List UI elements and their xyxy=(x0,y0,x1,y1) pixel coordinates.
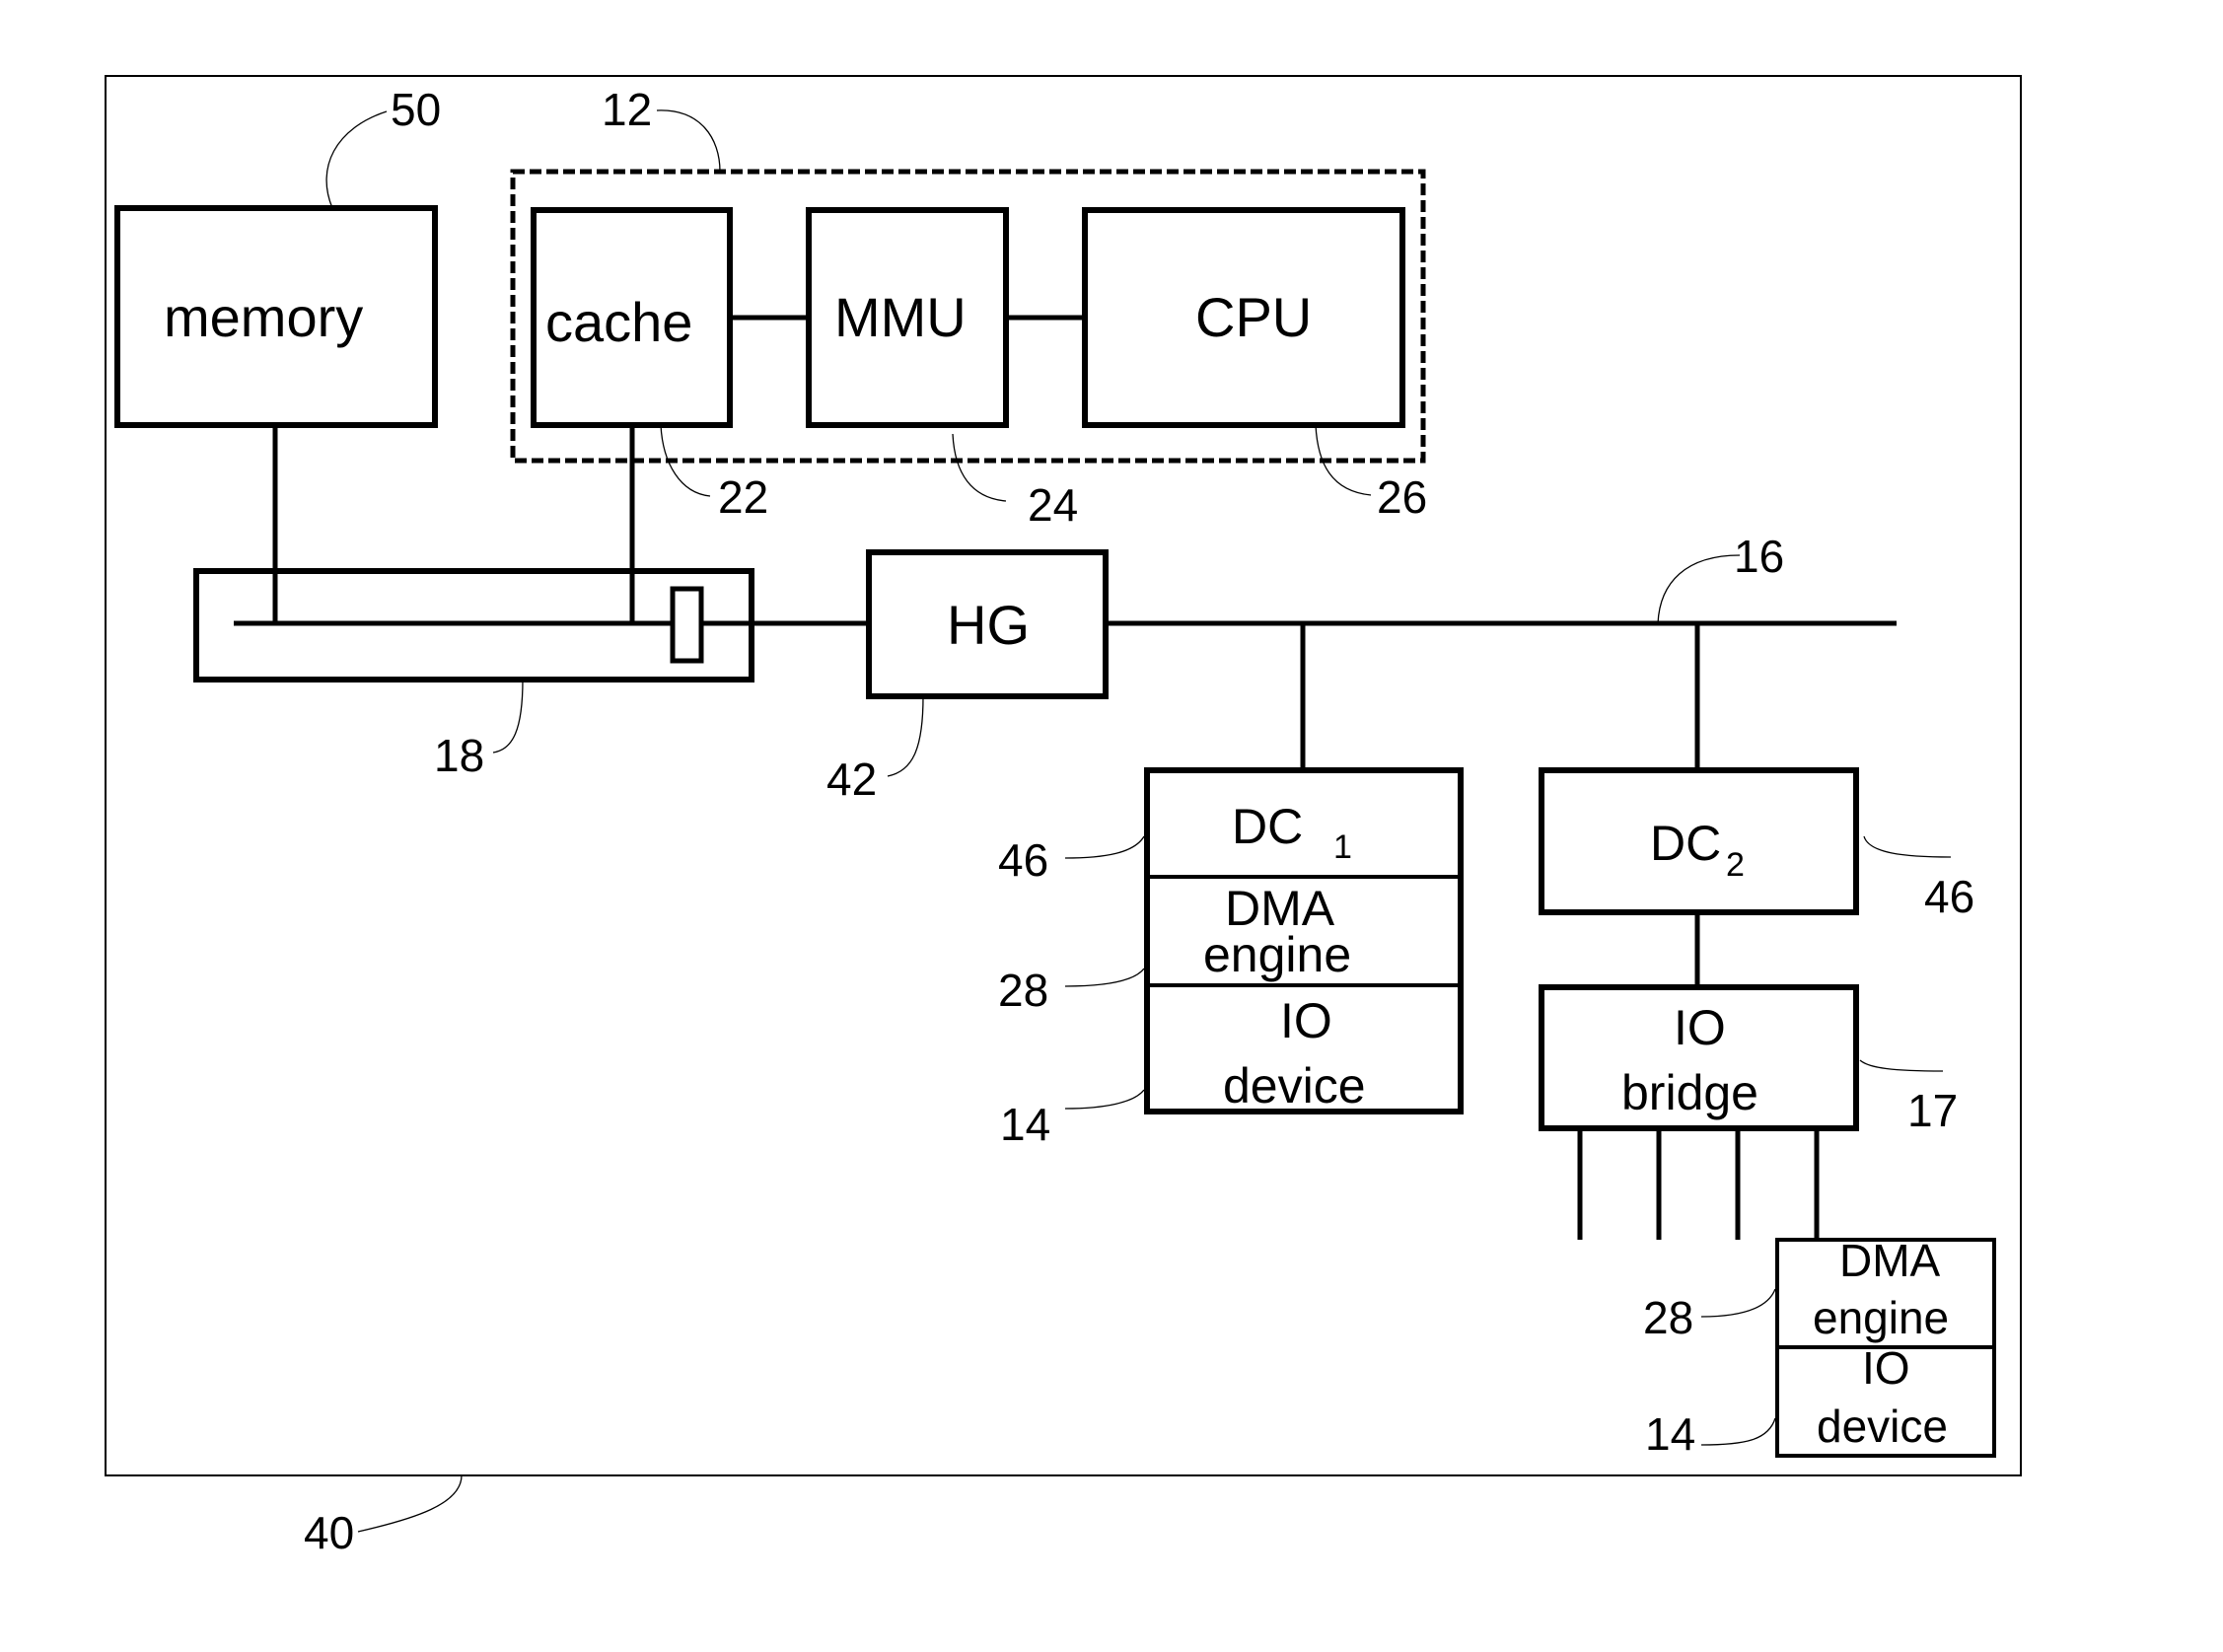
ref-42: 42 xyxy=(826,754,877,805)
leader-42 xyxy=(887,695,924,777)
dc1-io-line2: device xyxy=(1223,1058,1366,1113)
ref-16: 16 xyxy=(1734,531,1784,582)
ref-dc1-28: 28 xyxy=(998,965,1048,1016)
io-bridge-line2: bridge xyxy=(1621,1065,1758,1120)
ref-bridge-14: 14 xyxy=(1645,1408,1695,1460)
leader-40 xyxy=(357,1474,463,1533)
leader-dc1-28 xyxy=(1064,968,1145,987)
io-bridge-line1: IO xyxy=(1674,1000,1726,1055)
ref-24: 24 xyxy=(1028,479,1078,531)
cpu-label: CPU xyxy=(1195,286,1312,348)
bridge-dma-line1: DMA xyxy=(1839,1235,1941,1286)
system-block-diagram: 40 memory 50 12 cache 22 MMU 24 CPU 26 1… xyxy=(105,75,2022,1558)
ref-22: 22 xyxy=(718,471,768,523)
leader-24 xyxy=(952,433,1007,502)
ref-dc1-14: 14 xyxy=(1000,1099,1050,1150)
ref-26: 26 xyxy=(1377,471,1427,523)
ref-40: 40 xyxy=(304,1507,354,1558)
dc1-subscript: 1 xyxy=(1333,828,1352,866)
leader-bridge-14 xyxy=(1700,1417,1776,1446)
leader-50 xyxy=(325,110,388,209)
dc2-label: DC xyxy=(1650,816,1721,871)
dc1-dma-line2: engine xyxy=(1203,927,1351,982)
ref-18: 18 xyxy=(434,730,484,781)
cache-label: cache xyxy=(545,291,692,353)
ref-bridge-28: 28 xyxy=(1643,1292,1693,1343)
hg-label: HG xyxy=(947,594,1030,656)
leader-18 xyxy=(492,679,524,754)
interconnect-port xyxy=(670,586,704,664)
ref-dc2-46: 46 xyxy=(1924,871,1974,922)
leader-dc1-46 xyxy=(1064,835,1145,859)
leader-12 xyxy=(656,109,721,173)
dc2-subscript: 2 xyxy=(1726,846,1745,884)
ref-dc1-46: 46 xyxy=(998,834,1048,886)
leader-17 xyxy=(1859,1059,1944,1072)
dc1-io-line1: IO xyxy=(1280,993,1332,1048)
bridge-io-line2: device xyxy=(1817,1401,1948,1452)
dc1-label: DC xyxy=(1232,799,1303,854)
bridge-dma-line2: engine xyxy=(1813,1292,1949,1343)
leader-bridge-28 xyxy=(1700,1288,1776,1318)
ref-50: 50 xyxy=(391,84,441,135)
ref-12: 12 xyxy=(602,84,652,135)
leader-16 xyxy=(1657,554,1741,624)
bridge-io-line1: IO xyxy=(1862,1342,1910,1394)
mmu-label: MMU xyxy=(834,286,967,348)
memory-label: memory xyxy=(164,286,363,348)
leader-dc2-46 xyxy=(1863,835,1952,858)
leader-dc1-14 xyxy=(1064,1089,1145,1110)
ref-17: 17 xyxy=(1907,1085,1958,1136)
